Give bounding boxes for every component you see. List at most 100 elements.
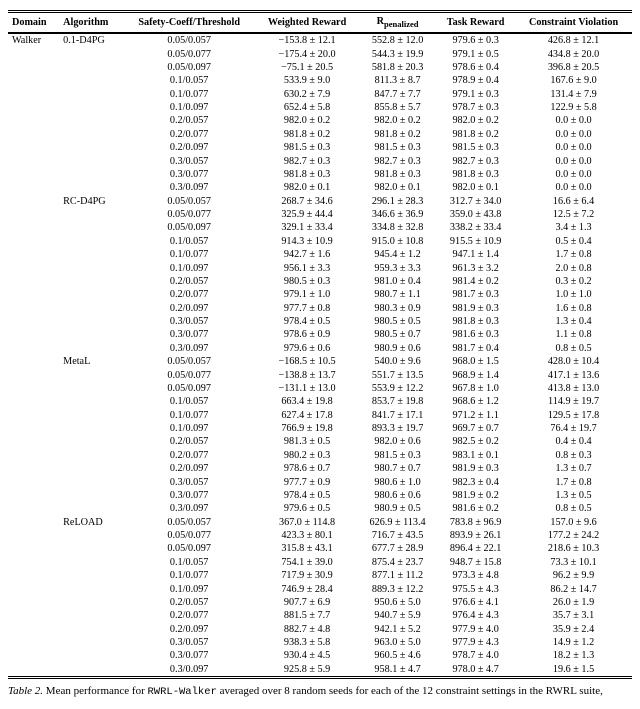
cell-value: 982.0 ± 0.2	[255, 114, 359, 127]
cell-value: 0.2/0.077	[123, 609, 255, 622]
cell-value: 716.7 ± 43.5	[359, 529, 436, 542]
table-row: 0.3/0.077978.4 ± 0.5980.6 ± 0.6981.9 ± 0…	[8, 489, 632, 502]
cell-value: 0.1/0.077	[123, 409, 255, 422]
cell-value: 980.7 ± 1.1	[359, 288, 436, 301]
cell-value: 1.1 ± 0.8	[515, 328, 632, 341]
cell-value: 315.8 ± 43.1	[255, 542, 359, 555]
cell-algorithm	[59, 168, 123, 181]
cell-algorithm	[59, 582, 123, 595]
cell-value: 114.9 ± 19.7	[515, 395, 632, 408]
cell-value: 982.7 ± 0.3	[255, 154, 359, 167]
cell-value: 663.4 ± 19.8	[255, 395, 359, 408]
cell-value: 915.0 ± 10.8	[359, 235, 436, 248]
cell-algorithm	[59, 288, 123, 301]
cell-value: 981.5 ± 0.3	[359, 141, 436, 154]
table-row: 0.2/0.097981.5 ± 0.3981.5 ± 0.3981.5 ± 0…	[8, 141, 632, 154]
cell-value: 981.8 ± 0.3	[255, 168, 359, 181]
cell-algorithm	[59, 475, 123, 488]
cell-value: 968.6 ± 1.2	[436, 395, 515, 408]
caption-code: RWRL-Walker	[148, 686, 217, 698]
cell-value: 0.0 ± 0.0	[515, 141, 632, 154]
cell-domain	[8, 516, 59, 529]
cell-value: 968.9 ± 1.4	[436, 368, 515, 381]
cell-value: 914.3 ± 10.9	[255, 235, 359, 248]
cell-value: 979.6 ± 0.6	[255, 342, 359, 355]
table-row: 0.1/0.097652.4 ± 5.8855.8 ± 5.7978.7 ± 0…	[8, 101, 632, 114]
cell-value: 0.2/0.057	[123, 596, 255, 609]
cell-value: 0.3 ± 0.2	[515, 275, 632, 288]
cell-value: 969.7 ± 0.7	[436, 422, 515, 435]
cell-value: 948.7 ± 15.8	[436, 556, 515, 569]
cell-value: 942.7 ± 1.6	[255, 248, 359, 261]
cell-domain	[8, 248, 59, 261]
cell-value: 551.7 ± 13.5	[359, 368, 436, 381]
cell-algorithm	[59, 462, 123, 475]
cell-value: 0.2/0.097	[123, 141, 255, 154]
cell-algorithm	[59, 395, 123, 408]
cell-value: 978.9 ± 0.4	[436, 74, 515, 87]
cell-value: 423.3 ± 80.1	[255, 529, 359, 542]
cell-value: 0.2/0.077	[123, 449, 255, 462]
cell-value: 0.05/0.057	[123, 195, 255, 208]
caption-text-before: Mean performance for	[46, 685, 148, 697]
cell-domain	[8, 449, 59, 462]
cell-domain	[8, 569, 59, 582]
cell-value: 0.4 ± 0.4	[515, 435, 632, 448]
cell-value: 73.3 ± 10.1	[515, 556, 632, 569]
table-row: RC-D4PG0.05/0.057268.7 ± 34.6296.1 ± 28.…	[8, 195, 632, 208]
cell-value: 338.2 ± 33.4	[436, 221, 515, 234]
table-row: 0.2/0.057982.0 ± 0.2982.0 ± 0.2982.0 ± 0…	[8, 114, 632, 127]
table-row: 0.2/0.057907.7 ± 6.9950.6 ± 5.0976.6 ± 4…	[8, 596, 632, 609]
cell-domain	[8, 88, 59, 101]
cell-domain	[8, 342, 59, 355]
table-row: 0.3/0.097982.0 ± 0.1982.0 ± 0.1982.0 ± 0…	[8, 181, 632, 194]
cell-algorithm: RC-D4PG	[59, 195, 123, 208]
cell-domain	[8, 596, 59, 609]
cell-value: 0.3/0.097	[123, 181, 255, 194]
cell-value: 981.8 ± 0.3	[359, 168, 436, 181]
cell-value: 35.7 ± 3.1	[515, 609, 632, 622]
cell-domain	[8, 275, 59, 288]
cell-value: 0.05/0.097	[123, 221, 255, 234]
table-row: 0.2/0.097978.6 ± 0.7980.7 ± 0.7981.9 ± 0…	[8, 462, 632, 475]
table-row: 0.1/0.057533.9 ± 9.0811.3 ± 8.7978.9 ± 0…	[8, 74, 632, 87]
cell-domain	[8, 382, 59, 395]
cell-value: 0.3/0.077	[123, 168, 255, 181]
table-row: 0.3/0.097979.6 ± 0.5980.9 ± 0.5981.6 ± 0…	[8, 502, 632, 515]
cell-value: 1.3 ± 0.5	[515, 489, 632, 502]
cell-value: 1.7 ± 0.8	[515, 475, 632, 488]
cell-domain	[8, 221, 59, 234]
cell-value: 0.0 ± 0.0	[515, 114, 632, 127]
cell-algorithm	[59, 368, 123, 381]
cell-value: 359.0 ± 43.8	[436, 208, 515, 221]
cell-value: 1.7 ± 0.8	[515, 248, 632, 261]
cell-value: 677.7 ± 28.9	[359, 542, 436, 555]
cell-algorithm	[59, 609, 123, 622]
table-row: 0.3/0.077981.8 ± 0.3981.8 ± 0.3981.8 ± 0…	[8, 168, 632, 181]
cell-value: 889.3 ± 12.2	[359, 582, 436, 595]
cell-value: 177.2 ± 24.2	[515, 529, 632, 542]
cell-value: 396.8 ± 20.5	[515, 61, 632, 74]
cell-value: 0.05/0.097	[123, 61, 255, 74]
cell-domain	[8, 582, 59, 595]
table-row: 0.1/0.057754.1 ± 39.0875.4 ± 23.7948.7 ±…	[8, 556, 632, 569]
cell-value: 76.4 ± 19.7	[515, 422, 632, 435]
cell-domain	[8, 141, 59, 154]
cell-algorithm	[59, 569, 123, 582]
cell-value: 940.7 ± 5.9	[359, 609, 436, 622]
cell-value: 978.4 ± 0.5	[255, 489, 359, 502]
cell-algorithm	[59, 154, 123, 167]
table-row: 0.05/0.097−75.1 ± 20.5581.8 ± 20.3978.6 …	[8, 61, 632, 74]
cell-value: 980.9 ± 0.6	[359, 342, 436, 355]
cell-value: 0.1/0.097	[123, 261, 255, 274]
cell-algorithm	[59, 47, 123, 60]
cell-value: 977.9 ± 4.3	[436, 636, 515, 649]
cell-value: 981.5 ± 0.3	[436, 141, 515, 154]
cell-value: 981.5 ± 0.3	[255, 141, 359, 154]
cell-value: 982.0 ± 0.1	[436, 181, 515, 194]
cell-value: 0.05/0.057	[123, 34, 255, 47]
cell-value: 766.9 ± 19.8	[255, 422, 359, 435]
cell-domain	[8, 636, 59, 649]
cell-value: 979.1 ± 1.0	[255, 288, 359, 301]
cell-value: 0.1/0.077	[123, 569, 255, 582]
